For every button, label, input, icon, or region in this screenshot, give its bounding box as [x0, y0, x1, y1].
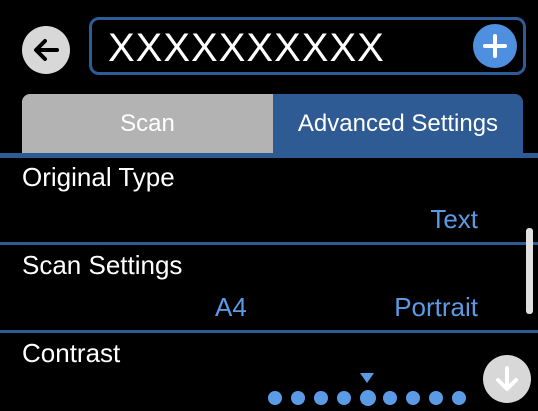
scan-settings-size-value: A4 — [215, 292, 247, 322]
divider — [0, 330, 538, 333]
add-button[interactable] — [473, 24, 517, 68]
back-button[interactable] — [22, 26, 70, 74]
original-type-label: Original Type — [22, 162, 175, 192]
tab-advanced-settings-label: Advanced Settings — [297, 109, 499, 137]
tab-scan-label: Scan — [120, 109, 175, 137]
tab-advanced-settings[interactable]: Advanced Settings — [273, 94, 523, 153]
contrast-level-dot — [360, 390, 376, 406]
contrast-level-dot — [452, 391, 466, 405]
tab-scan[interactable]: Scan — [22, 94, 273, 153]
contrast-label: Contrast — [22, 338, 121, 368]
scroll-down-button[interactable] — [483, 355, 531, 403]
contrast-level-dot — [337, 391, 351, 405]
original-type-value: Text — [430, 204, 478, 234]
scrollbar[interactable] — [526, 228, 533, 314]
title-text: XXXXXXXXXX — [108, 26, 385, 70]
arrow-down-icon — [496, 366, 518, 391]
scan-settings-label: Scan Settings — [22, 250, 183, 280]
contrast-level-marker — [360, 373, 374, 383]
tab-underline — [0, 153, 538, 158]
divider — [0, 242, 538, 245]
scan-settings-orientation-value: Portrait — [394, 292, 478, 322]
contrast-level-dot — [383, 391, 397, 405]
plus-icon — [483, 34, 507, 58]
contrast-level-dot — [406, 391, 420, 405]
contrast-level-dot — [314, 391, 328, 405]
contrast-level-dot — [268, 391, 282, 405]
arrow-left-icon — [34, 39, 59, 61]
contrast-level-dot — [291, 391, 305, 405]
contrast-level-dot — [429, 391, 443, 405]
title-field[interactable]: XXXXXXXXXX — [89, 17, 526, 75]
